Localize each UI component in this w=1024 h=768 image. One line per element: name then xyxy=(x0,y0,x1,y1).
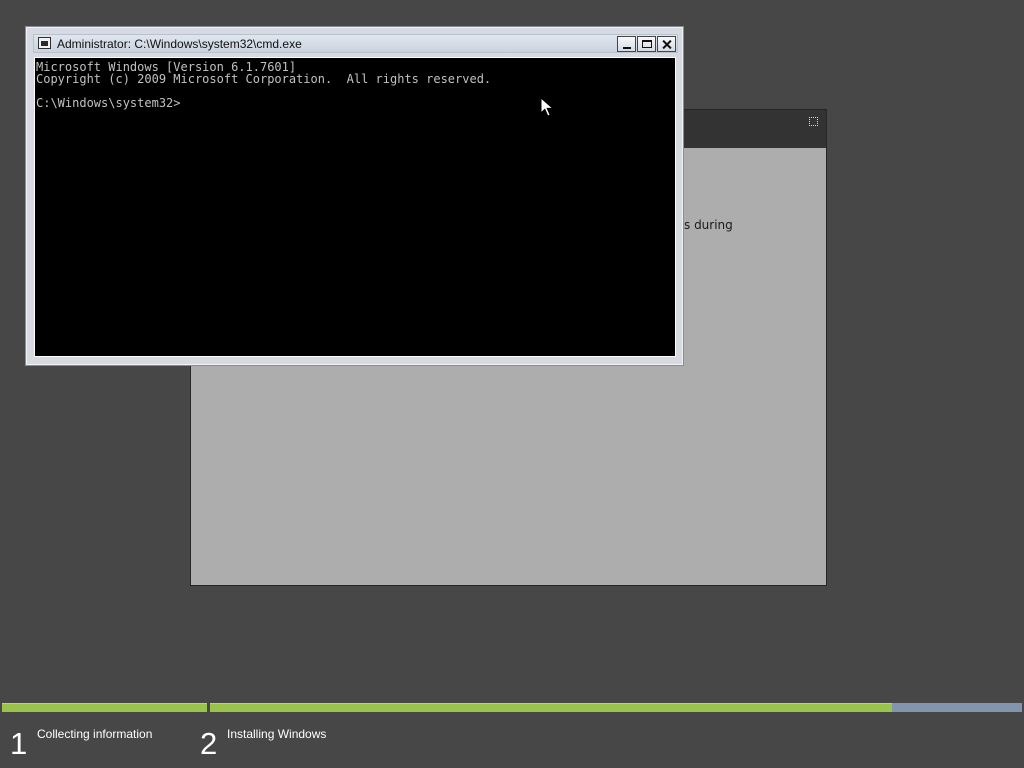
restore-icon[interactable] xyxy=(809,117,818,126)
close-button[interactable] xyxy=(657,36,676,52)
step-label: Installing Windows xyxy=(227,727,327,741)
step-number: 1 xyxy=(10,726,28,761)
collecting-progress-bar xyxy=(2,703,207,712)
console-prompt-line[interactable]: C:\Windows\system32> xyxy=(36,97,675,109)
console-icon[interactable] xyxy=(38,37,51,49)
cmd-window-title: Administrator: C:\Windows\system32\cmd.e… xyxy=(57,37,302,51)
console-copyright-line: Copyright (c) 2009 Microsoft Corporation… xyxy=(36,72,492,86)
setup-desktop: s during Administrator: C:\Windows\syste… xyxy=(0,0,1024,768)
installing-progress-bar xyxy=(210,703,1022,712)
cmd-window[interactable]: Administrator: C:\Windows\system32\cmd.e… xyxy=(25,26,684,366)
console-output[interactable]: Microsoft Windows [Version 6.1.7601] Cop… xyxy=(34,57,676,357)
step-label: Collecting information xyxy=(37,727,153,741)
cmd-titlebar[interactable]: Administrator: C:\Windows\system32\cmd.e… xyxy=(33,34,678,53)
maximize-button[interactable] xyxy=(637,36,656,52)
installing-progress-fill xyxy=(210,703,893,712)
step-number: 2 xyxy=(200,726,218,761)
minimize-button[interactable] xyxy=(617,36,636,52)
mouse-pointer-icon xyxy=(540,97,554,117)
setup-dialog-text: s during xyxy=(684,218,733,232)
